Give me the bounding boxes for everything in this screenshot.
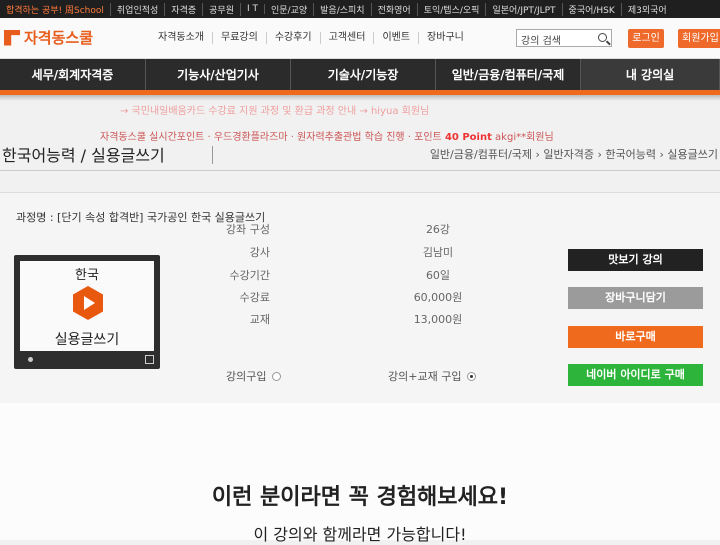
thumbnail-screen: 한국 실용글쓰기 [20, 261, 154, 351]
topbar-item[interactable]: I T [241, 4, 265, 14]
page-title: 한국어능력 / 실용글쓰기 [2, 146, 165, 165]
breadcrumb[interactable]: 일반/금융/컴퓨터/국제 › 일반자격증 › 한국어능력 › 실용글쓰기 [430, 146, 718, 162]
promo-headline: 이런 분이라면 꼭 경험해보세요! [211, 485, 509, 510]
play-icon[interactable] [73, 286, 103, 320]
main-nav: 세무/회계자격증 기능사/산업기사 기술사/기능장 일반/금융/컴퓨터/국제 내… [0, 59, 720, 90]
nav-engineer[interactable]: 기술사/기능장 [291, 59, 436, 90]
topbar-item[interactable]: 제3외국어 [622, 3, 673, 16]
login-button[interactable]: 로그인 [628, 29, 664, 48]
topbar-item[interactable]: 전화영어 [372, 2, 418, 16]
signup-button[interactable]: 회원가입 [678, 29, 720, 48]
site-header: 자격동스쿨 자격동소개 무료강의 수강후기 고객센터 이벤트 장바구니 강의 검… [0, 18, 720, 59]
topbar-item[interactable]: 발음/스피치 [314, 2, 372, 16]
nav-tax-accounting[interactable]: 세무/회계자격증 [0, 59, 146, 90]
logo-text: 자격동스쿨 [24, 29, 94, 47]
naver-pay-button[interactable]: 네이버 아이디로 구매 [568, 364, 703, 386]
info-label: 강좌 구성 [226, 223, 270, 236]
header-link-free-lectures[interactable]: 무료강의 [213, 32, 267, 44]
course-thumbnail[interactable]: 한국 실용글쓰기 [14, 255, 160, 369]
course-panel: 과정명 : [단기 속성 합격반] 국가공인 한국 실용글쓰기 한국 실용글쓰기… [0, 192, 720, 404]
info-value: 60일 [425, 269, 451, 282]
info-label: 강사 [249, 246, 270, 259]
info-label: 수강료 [239, 291, 270, 304]
nav-my-classroom[interactable]: 내 강의실 [581, 59, 720, 90]
nav-general-finance[interactable]: 일반/금융/컴퓨터/국제 [436, 59, 581, 90]
header-link-about[interactable]: 자격동소개 [150, 32, 213, 44]
add-to-cart-button[interactable]: 장바구니담기 [568, 287, 703, 309]
topbar-item[interactable]: 자격증 [165, 2, 204, 16]
topbar-item[interactable]: 공무원 [203, 2, 241, 16]
option-lecture-book[interactable]: 강의+교재 구입 [388, 368, 477, 384]
header-link-support[interactable]: 고객센터 [321, 32, 375, 44]
header-link-cart[interactable]: 장바구니 [419, 32, 472, 44]
topbar-brand[interactable]: 합격하는 공부! 周School [0, 2, 111, 16]
option-label: 강의+교재 구입 [388, 370, 462, 383]
radio-lecture-only[interactable] [272, 371, 282, 381]
header-links: 자격동소개 무료강의 수강후기 고객센터 이벤트 장바구니 [150, 32, 472, 44]
search-icon[interactable] [598, 33, 607, 42]
nav-craftsman[interactable]: 기능사/산업기사 [146, 59, 291, 90]
promo-subline: 이 강의와 함께라면 가능합니다! [253, 525, 467, 544]
info-label: 수강기간 [229, 269, 270, 282]
topbar-item[interactable]: 중국어/HSK [563, 2, 622, 16]
buy-now-button[interactable]: 바로구매 [568, 326, 703, 348]
info-value: 26강 [425, 223, 451, 236]
info-value: 13,000원 [413, 313, 463, 326]
info-label: 교재 [249, 313, 270, 326]
topbar-item[interactable]: 인문/교양 [265, 2, 315, 16]
header-link-events[interactable]: 이벤트 [374, 32, 420, 44]
thumbnail-title-top: 한국 [75, 268, 99, 283]
sample-lecture-button[interactable]: 맛보기 강의 [568, 249, 703, 271]
info-value: 60,000원 [413, 291, 463, 304]
topbar-item[interactable]: 취업인적성 [111, 2, 166, 16]
search-placeholder: 강의 검색 [521, 36, 561, 47]
option-lecture-only[interactable]: 강의구입 [226, 368, 282, 384]
section-divider [0, 170, 720, 171]
radio-lecture-book[interactable] [467, 371, 477, 381]
logo-icon [4, 29, 20, 46]
topbar-item[interactable]: 토익/텝스/오픽 [418, 2, 487, 16]
title-divider [212, 146, 213, 164]
top-category-bar: 합격하는 공부! 周School 취업인적성 자격증 공무원 I T 인문/교양… [0, 0, 720, 18]
header-link-reviews[interactable]: 수강후기 [267, 32, 321, 44]
page-header: 한국어능력 / 실용글쓰기 일반/금융/컴퓨터/국제 › 일반자격증 › 한국어… [0, 142, 720, 170]
nav-shadow [0, 95, 720, 101]
progress-dot-icon [28, 357, 33, 362]
info-value: 김남미 [422, 246, 454, 259]
fullscreen-icon[interactable] [145, 355, 154, 364]
thumbnail-title-bottom: 실용글쓰기 [54, 332, 120, 348]
topbar-item[interactable]: 일본어/JPT/JLPT [486, 2, 563, 16]
point-ticker[interactable]: 자격동스쿨 실시간포인트 · 우드경환플라즈마 · 원자력추출관법 학습 진행 … [100, 128, 554, 143]
promo-section: 이런 분이라면 꼭 경험해보세요! 이 강의와 함께라면 가능합니다! [0, 403, 720, 544]
search-input[interactable]: 강의 검색 [516, 29, 612, 47]
site-logo[interactable]: 자격동스쿨 [4, 27, 93, 48]
notice-ticker[interactable]: → 국민내일배움카드 수강료 지원 과정 및 환급 과정 안내 → hiyua … [120, 102, 429, 117]
option-label: 강의구입 [226, 370, 267, 383]
